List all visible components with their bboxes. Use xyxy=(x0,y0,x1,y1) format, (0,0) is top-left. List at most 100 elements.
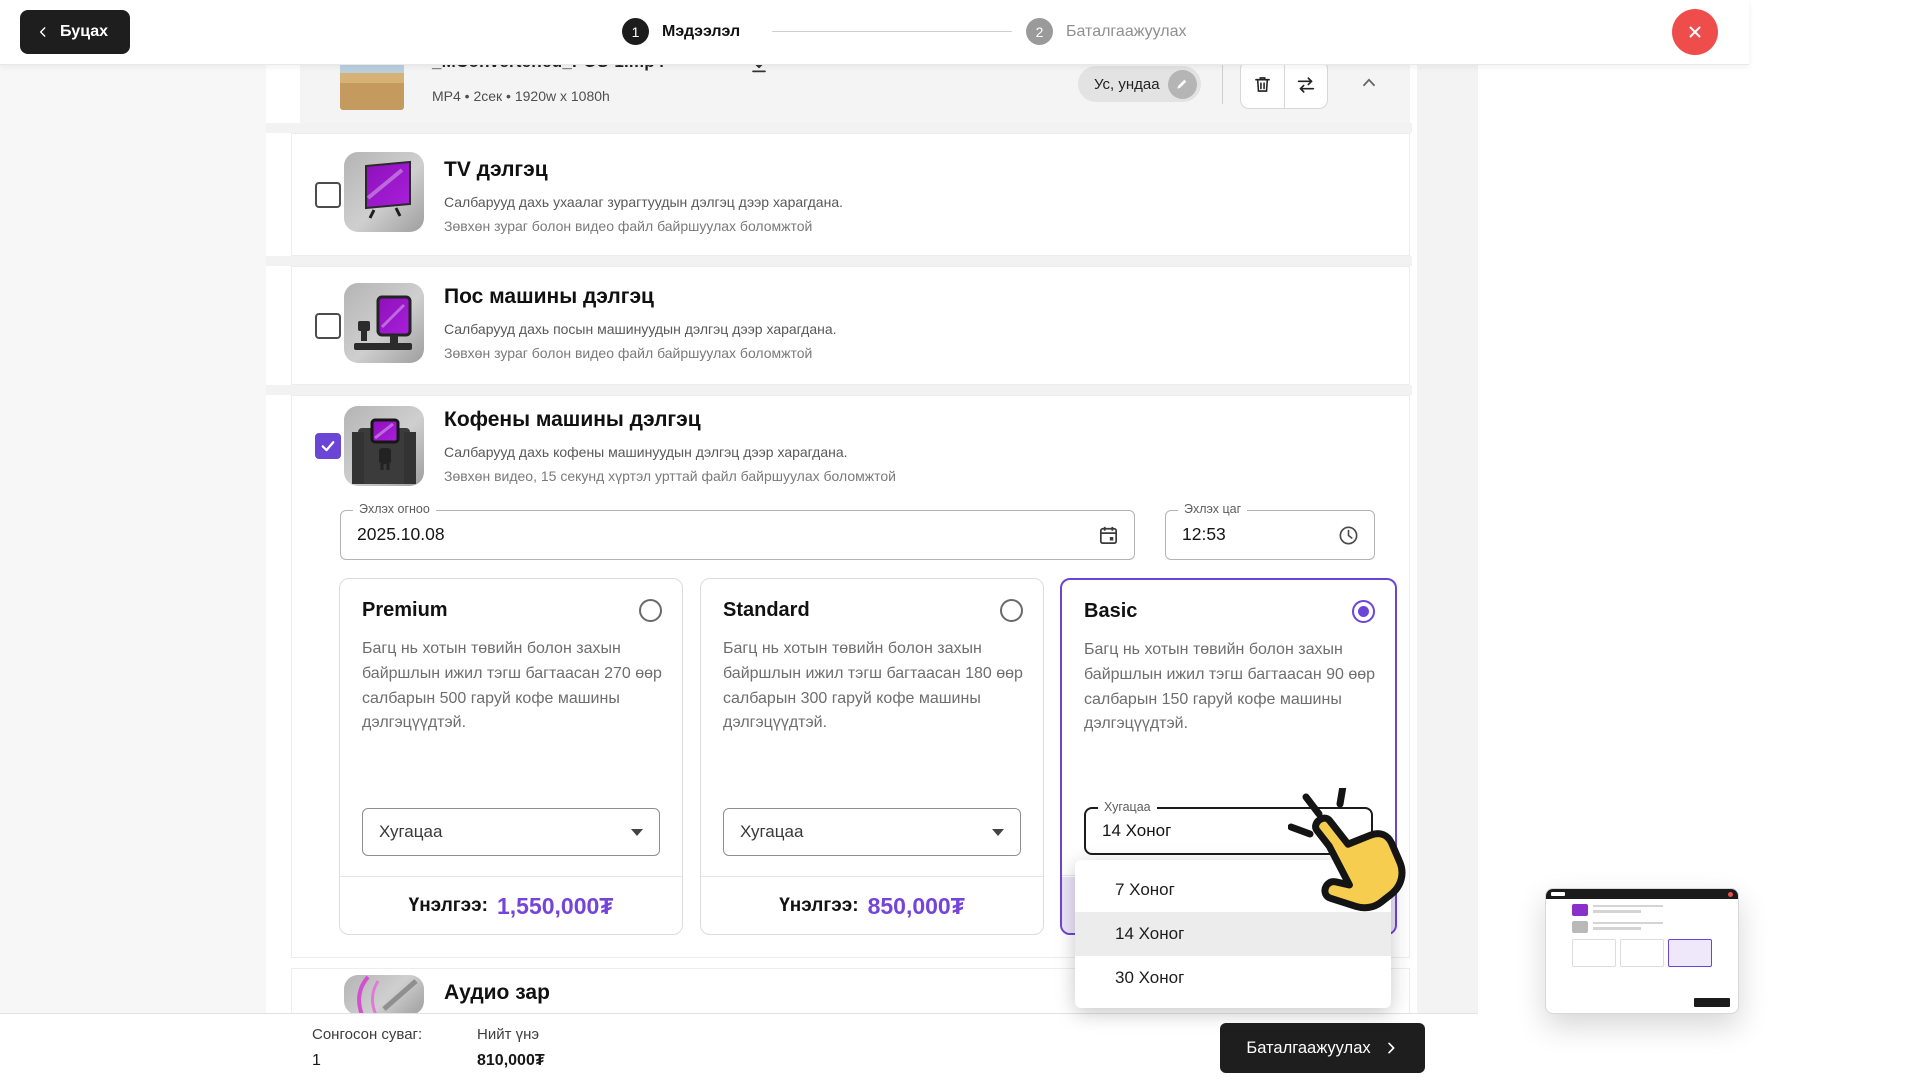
mini-thumbnail xyxy=(1572,904,1588,916)
card-divider xyxy=(340,876,682,877)
caret-down-icon xyxy=(631,829,643,836)
back-button[interactable]: Буцах xyxy=(20,10,130,54)
swap-arrows-icon xyxy=(1295,74,1317,96)
channel-description: Салбарууд дахь ухаалаг зурагтуудын дэлгэ… xyxy=(444,194,843,210)
step-2-circle: 2 xyxy=(1026,18,1053,45)
channel-description: Салбарууд дахь кофены машинуудын дэлгэц … xyxy=(444,444,848,460)
tv-screen-illustration xyxy=(344,152,424,232)
start-date-value: 2025.10.08 xyxy=(357,524,445,545)
channel-note: Зөвхөн зураг болон видео файл байршуулах… xyxy=(444,345,812,361)
plan-card-standard[interactable]: Standard Багц нь хотын төвийн болон захы… xyxy=(700,578,1044,935)
duration-select-premium[interactable]: Хугацаа xyxy=(362,808,660,856)
collapse-section-button[interactable] xyxy=(1352,66,1386,100)
price-value: 1,550,000₮ xyxy=(497,893,613,920)
clock-icon[interactable] xyxy=(1337,524,1360,547)
back-button-label: Буцах xyxy=(60,23,108,41)
card-divider xyxy=(701,876,1043,877)
edit-tag-button[interactable] xyxy=(1168,70,1197,99)
price-label: Үнэлгээ: xyxy=(779,895,858,917)
coffee-checkbox[interactable] xyxy=(315,433,341,459)
selected-channel-value: 1 xyxy=(312,1052,321,1070)
confirm-button-label: Баталгаажуулах xyxy=(1246,1039,1370,1058)
duration-placeholder: Хугацаа xyxy=(740,822,803,842)
plan-name: Premium xyxy=(362,599,448,622)
duration-option-30[interactable]: 30 Хоног xyxy=(1075,956,1391,1000)
plan-card-premium[interactable]: Premium Багц нь хотын төвийн болон захын… xyxy=(339,578,683,935)
mini-text-lines xyxy=(1593,905,1663,916)
channel-note: Зөвхөн видео, 15 секунд хүртэл урттай фа… xyxy=(444,468,896,484)
close-button[interactable] xyxy=(1672,9,1718,55)
pos-checkbox[interactable] xyxy=(315,313,341,339)
mini-card xyxy=(1620,939,1664,967)
duration-value: 14 Хоног xyxy=(1102,821,1171,841)
app-root: _MConverter.eu_POS-1.mp4 MP4 • 2сек • 19… xyxy=(0,0,1920,1080)
mini-close-dot xyxy=(1728,892,1733,897)
plan-description: Багц нь хотын төвийн болон захын байршлы… xyxy=(723,637,1023,736)
caret-down-icon xyxy=(992,829,1004,836)
channel-description: Салбарууд дахь посын машинуудын дэлгэц д… xyxy=(444,321,837,337)
price-label: Үнэлгээ: xyxy=(409,895,488,917)
minimized-preview-window[interactable] xyxy=(1545,888,1739,1014)
tv-checkbox[interactable] xyxy=(315,182,341,208)
duration-select-standard[interactable]: Хугацаа xyxy=(723,808,1021,856)
plan-radio-basic[interactable] xyxy=(1352,600,1375,623)
check-icon xyxy=(319,437,337,455)
mini-thumbnail xyxy=(1572,921,1588,933)
trash-icon xyxy=(1252,74,1273,95)
mini-card-selected xyxy=(1668,939,1712,967)
step-2-label: Баталгаажуулах xyxy=(1066,23,1186,41)
start-time-field[interactable]: Эхлэх цаг 12:53 xyxy=(1165,510,1375,560)
step-1-circle: 1 xyxy=(622,18,649,45)
chevron-up-icon xyxy=(1358,72,1380,94)
confirm-button[interactable]: Баталгаажуулах xyxy=(1220,1023,1425,1073)
mini-back-button xyxy=(1551,892,1565,896)
channel-title: Пос машины дэлгэц xyxy=(444,285,654,309)
delete-file-button[interactable] xyxy=(1241,61,1285,108)
plan-radio-premium[interactable] xyxy=(639,599,662,622)
start-time-value: 12:53 xyxy=(1182,524,1226,545)
channel-title: Аудио зар xyxy=(444,981,550,1005)
start-date-field[interactable]: Эхлэх огноо 2025.10.08 xyxy=(340,510,1135,560)
mini-confirm-button xyxy=(1694,998,1730,1007)
duration-placeholder: Хугацаа xyxy=(379,822,442,842)
category-tag-label: Ус, ундаа xyxy=(1094,76,1160,93)
selected-channel-label: Сонгосон суваг: xyxy=(312,1026,422,1043)
mini-row xyxy=(1572,904,1738,916)
category-tag[interactable]: Ус, ундаа xyxy=(1078,66,1201,102)
start-time-label: Эхлэх цаг xyxy=(1178,502,1247,516)
mini-plan-cards xyxy=(1572,939,1738,967)
total-price-label: Нийт үнэ xyxy=(477,1026,539,1043)
audio-ad-illustration xyxy=(344,975,424,1015)
plan-description: Багц нь хотын төвийн болон захын байршлы… xyxy=(362,637,662,736)
channel-title: TV дэлгэц xyxy=(444,158,548,182)
plan-price-row: Үнэлгээ: 850,000₮ xyxy=(701,878,1043,934)
plan-name: Standard xyxy=(723,599,810,622)
mini-window-titlebar xyxy=(1546,889,1738,899)
chevron-right-icon xyxy=(1383,1040,1399,1056)
mini-text-lines xyxy=(1593,922,1663,933)
price-value: 850,000₮ xyxy=(868,893,965,920)
file-meta: MP4 • 2сек • 1920w x 1080h xyxy=(432,88,610,104)
page-background-left xyxy=(0,64,266,1080)
coffee-machine-illustration xyxy=(344,406,424,486)
row-gap xyxy=(266,256,1412,266)
calendar-icon[interactable] xyxy=(1097,524,1120,547)
click-hand-cursor xyxy=(1288,788,1448,940)
mini-row xyxy=(1572,921,1738,933)
close-icon xyxy=(1686,23,1704,41)
plan-price-row: Үнэлгээ: 1,550,000₮ xyxy=(340,878,682,934)
replace-file-button[interactable] xyxy=(1285,61,1328,108)
channel-title: Кофены машины дэлгэц xyxy=(444,408,701,432)
channel-row-pos: Пос машины дэлгэц Салбарууд дахь посын м… xyxy=(291,266,1410,385)
start-date-label: Эхлэх огноо xyxy=(353,502,436,516)
pos-machine-illustration xyxy=(344,283,424,363)
row-gap xyxy=(266,123,1412,133)
plan-radio-standard[interactable] xyxy=(1000,599,1023,622)
header-bar: Буцах 1 Мэдээлэл 2 Баталгаажуулах xyxy=(0,0,1749,65)
duration-label: Хугацаа xyxy=(1098,800,1157,814)
toolbar-divider xyxy=(1222,64,1223,104)
row-gap xyxy=(266,385,1412,395)
total-price-value: 810,000₮ xyxy=(477,1052,545,1070)
pencil-icon xyxy=(1175,77,1189,91)
mini-card xyxy=(1572,939,1616,967)
